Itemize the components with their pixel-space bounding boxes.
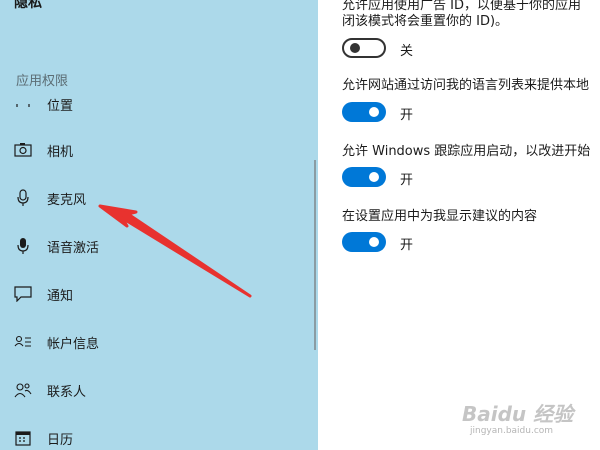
sidebar-item-contacts[interactable]: 联系人 <box>0 370 318 410</box>
watermark-brand: Baidu 经验 <box>462 402 574 426</box>
calendar-icon <box>14 429 32 447</box>
sidebar: 隐私 应用权限 位置 相机 麦克风 语音激活 通知 帐户信息 联系人 日历 <box>0 0 318 450</box>
toggle-state-label: 开 <box>400 173 414 188</box>
notification-icon <box>14 285 32 303</box>
sidebar-item-notifications[interactable]: 通知 <box>0 274 318 314</box>
camera-icon <box>14 141 32 159</box>
sidebar-item-label: 相机 <box>47 144 74 160</box>
toggle-state-label: 开 <box>400 238 414 253</box>
sidebar-item-label: 麦克风 <box>47 192 87 208</box>
toggle-knob <box>369 107 379 117</box>
sidebar-item-label: 通知 <box>47 288 74 304</box>
sidebar-item-label: 位置 <box>47 98 74 114</box>
setting-text-suggested-content: 在设置应用中为我显示建议的内容 <box>342 209 538 224</box>
sidebar-item-microphone[interactable]: 麦克风 <box>0 178 318 218</box>
scrollbar[interactable] <box>314 160 316 350</box>
toggle-state-label: 开 <box>400 108 414 123</box>
setting-text-language-list: 允许网站通过访问我的语言列表来提供本地 <box>342 78 590 93</box>
toggle-language-list[interactable] <box>342 102 386 122</box>
toggle-advertising-id[interactable] <box>342 38 386 58</box>
setting-text-advertising-id-cont: 闭该模式将会重置你的 ID)。 <box>342 14 509 29</box>
toggle-knob <box>350 43 360 53</box>
sidebar-item-label: 联系人 <box>47 384 87 400</box>
contacts-icon <box>14 381 32 399</box>
voice-activation-icon <box>14 237 32 255</box>
location-icon <box>14 95 32 113</box>
page-title: 隐私 <box>14 0 42 11</box>
settings-content: 允许应用使用广告 ID，以便基于你的应用 闭该模式将会重置你的 ID)。 关 允… <box>318 0 600 450</box>
sidebar-item-location[interactable]: 位置 <box>0 84 318 124</box>
sidebar-item-label: 帐户信息 <box>47 336 100 352</box>
sidebar-item-camera[interactable]: 相机 <box>0 130 318 170</box>
toggle-knob <box>369 172 379 182</box>
microphone-icon <box>14 189 32 207</box>
toggle-app-launch-tracking[interactable] <box>342 167 386 187</box>
baidu-watermark: Baidu 经验 jingyan.baidu.com <box>462 398 592 442</box>
account-info-icon <box>14 333 32 351</box>
toggle-suggested-content[interactable] <box>342 232 386 252</box>
toggle-state-label: 关 <box>400 44 414 59</box>
sidebar-item-voice-activation[interactable]: 语音激活 <box>0 226 318 266</box>
sidebar-item-label: 语音激活 <box>47 240 100 256</box>
sidebar-item-calendar[interactable]: 日历 <box>0 418 318 450</box>
setting-text-app-launch-tracking: 允许 Windows 跟踪应用启动，以改进开始 <box>342 144 591 159</box>
sidebar-item-account-info[interactable]: 帐户信息 <box>0 322 318 362</box>
toggle-knob <box>369 237 379 247</box>
sidebar-item-label: 日历 <box>47 432 74 448</box>
watermark-url: jingyan.baidu.com <box>470 426 554 436</box>
